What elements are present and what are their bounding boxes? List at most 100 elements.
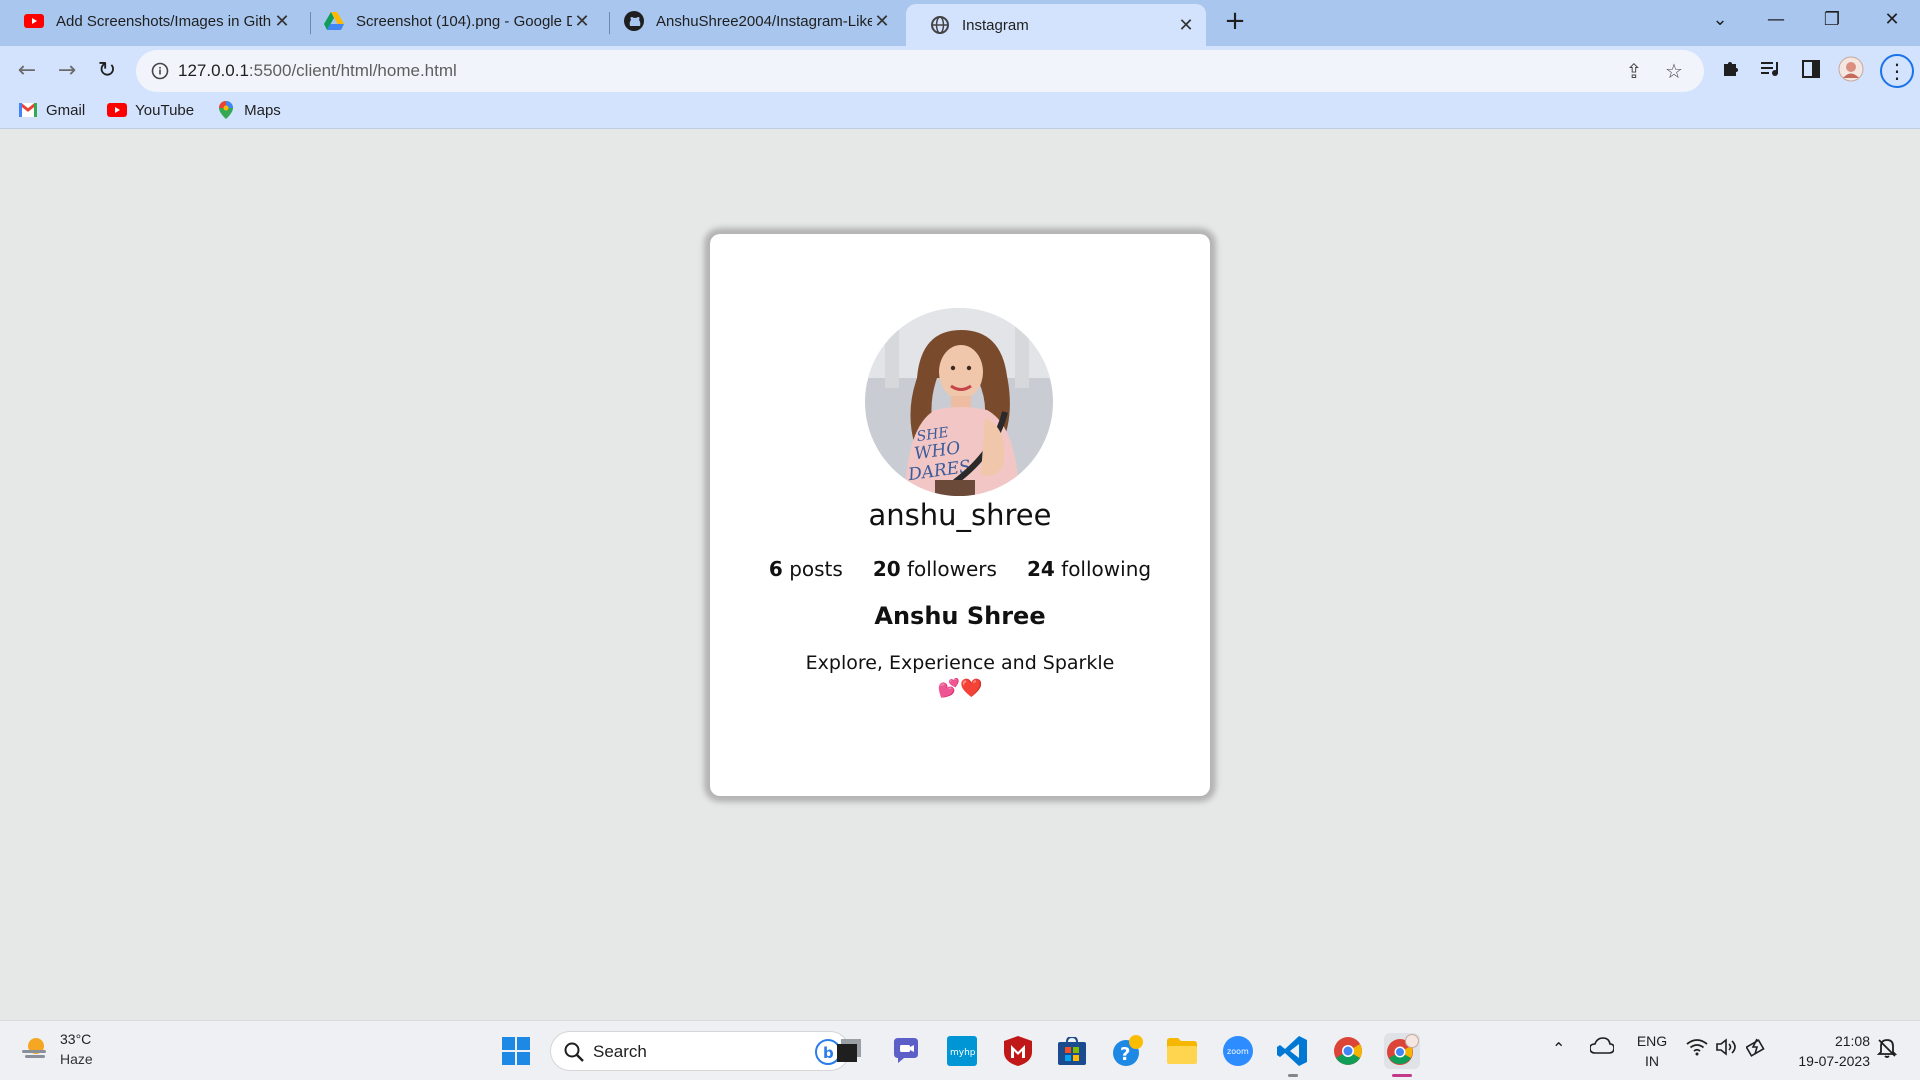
following-stat[interactable]: 24 following bbox=[1027, 557, 1151, 581]
extensions-puzzle-icon[interactable] bbox=[1716, 56, 1746, 86]
tab-title: Screenshot (104).png - Google D bbox=[356, 12, 572, 30]
forward-arrow-icon[interactable]: → bbox=[50, 54, 84, 88]
new-tab-button[interactable]: + bbox=[1220, 7, 1250, 37]
posts-label: posts bbox=[789, 557, 843, 581]
mcafee-icon[interactable] bbox=[1000, 1033, 1036, 1069]
chrome-active-indicator bbox=[1392, 1074, 1412, 1077]
clock-time: 21:08 bbox=[1834, 1033, 1870, 1049]
vscode-running-indicator bbox=[1288, 1074, 1298, 1077]
bookmark-star-icon[interactable]: ☆ bbox=[1662, 59, 1686, 83]
youtube-icon bbox=[107, 102, 128, 118]
windows-start-icon[interactable] bbox=[498, 1033, 534, 1069]
zoom-icon[interactable]: zoom bbox=[1220, 1033, 1256, 1069]
bookmark-maps[interactable]: Maps bbox=[216, 101, 281, 119]
profile-stats: 6 posts 20 followers 24 following bbox=[710, 557, 1210, 581]
browser-toolbar: ← → ↻ 127.0.0.1:5500/client/html/home.ht… bbox=[0, 46, 1920, 130]
myhp-icon[interactable]: myhp bbox=[944, 1033, 980, 1069]
tab-strip: Add Screenshots/Images in Githu ✕ Screen… bbox=[0, 0, 1920, 46]
file-explorer-icon[interactable] bbox=[1164, 1033, 1200, 1069]
profile-bio: Explore, Experience and Sparkle bbox=[805, 652, 1115, 674]
following-label: following bbox=[1061, 557, 1152, 581]
media-queue-icon[interactable] bbox=[1756, 56, 1786, 86]
url-text[interactable]: 127.0.0.1:5500/client/html/home.html bbox=[178, 61, 457, 81]
volume-icon[interactable] bbox=[1716, 1038, 1738, 1060]
tab-search-chevron-icon[interactable]: ⌄ bbox=[1700, 6, 1740, 34]
tab-github[interactable]: AnshuShree2004/Instagram-Like ✕ bbox=[600, 0, 902, 42]
microsoft-store-icon[interactable] bbox=[1054, 1033, 1090, 1069]
windows-taskbar: 33°C Haze Search b myhp ? zoom ⌃ ENG IN … bbox=[0, 1020, 1920, 1080]
search-icon bbox=[563, 1041, 585, 1067]
tab-google-drive[interactable]: Screenshot (104).png - Google D ✕ bbox=[300, 0, 602, 42]
github-icon bbox=[624, 11, 644, 31]
tab-instagram[interactable]: Instagram ✕ bbox=[906, 4, 1206, 46]
task-view-icon[interactable] bbox=[832, 1033, 868, 1069]
followers-stat[interactable]: 20 followers bbox=[873, 557, 997, 581]
profile-avatar[interactable] bbox=[1836, 56, 1866, 86]
maps-icon bbox=[216, 101, 236, 119]
teams-chat-icon[interactable] bbox=[888, 1033, 924, 1069]
close-tab-icon[interactable]: ✕ bbox=[872, 11, 892, 32]
close-tab-icon[interactable]: ✕ bbox=[1176, 15, 1196, 36]
tab-title: Add Screenshots/Images in Githu bbox=[56, 12, 272, 30]
tab-youtube[interactable]: Add Screenshots/Images in Githu ✕ bbox=[0, 0, 302, 42]
bookmarks-bar: Gmail YouTube Maps bbox=[0, 94, 285, 126]
side-panel-icon[interactable] bbox=[1796, 56, 1826, 86]
minimize-button[interactable]: — bbox=[1756, 6, 1796, 34]
input-language-indicator[interactable]: ENG IN bbox=[1636, 1031, 1668, 1071]
bookmark-youtube[interactable]: YouTube bbox=[107, 102, 194, 119]
weather-widget[interactable]: 33°C Haze bbox=[20, 1029, 93, 1069]
weather-condition: Haze bbox=[60, 1051, 93, 1067]
onedrive-sync-icon[interactable] bbox=[1589, 1037, 1615, 1061]
close-window-button[interactable]: ✕ bbox=[1872, 6, 1912, 34]
bookmark-label: Gmail bbox=[46, 101, 86, 119]
share-icon[interactable]: ⇪ bbox=[1622, 59, 1646, 83]
bookmark-label: Maps bbox=[244, 101, 281, 119]
followers-count: 20 bbox=[872, 557, 901, 581]
vscode-icon[interactable] bbox=[1274, 1033, 1310, 1069]
followers-label: followers bbox=[907, 557, 997, 581]
page-viewport: SHE WHO DARES anshu_shree 6 posts 20 fol… bbox=[0, 129, 1920, 1020]
address-bar[interactable]: 127.0.0.1:5500/client/html/home.html ⇪ ☆ bbox=[136, 50, 1704, 92]
notification-bell-icon[interactable] bbox=[1876, 1037, 1898, 1063]
region-code: IN bbox=[1645, 1053, 1659, 1069]
svg-text:myhp: myhp bbox=[950, 1048, 976, 1058]
tab-title: Instagram bbox=[962, 16, 1029, 34]
profile-avatar-image[interactable]: SHE WHO DARES bbox=[865, 308, 1053, 496]
profile-card: SHE WHO DARES anshu_shree 6 posts 20 fol… bbox=[710, 234, 1210, 796]
get-help-icon[interactable]: ? bbox=[1110, 1033, 1146, 1069]
weather-haze-icon bbox=[20, 1036, 50, 1062]
bookmark-gmail[interactable]: Gmail bbox=[18, 102, 85, 119]
wifi-icon[interactable] bbox=[1686, 1038, 1708, 1060]
language-code: ENG bbox=[1636, 1033, 1668, 1049]
battery-charging-icon[interactable] bbox=[1745, 1037, 1768, 1061]
url-host: 127.0.0.1 bbox=[178, 61, 249, 80]
clock-date: 19-07-2023 bbox=[1798, 1053, 1870, 1069]
posts-count: 6 bbox=[768, 557, 783, 581]
chrome-menu-icon[interactable]: ⋮ bbox=[1880, 54, 1914, 88]
site-info-icon[interactable] bbox=[150, 61, 170, 81]
gmail-icon bbox=[18, 102, 38, 118]
weather-temperature: 33°C bbox=[60, 1031, 92, 1047]
close-tab-icon[interactable]: ✕ bbox=[272, 11, 292, 32]
taskbar-search-box[interactable]: Search b bbox=[550, 1031, 850, 1071]
reload-icon[interactable]: ↻ bbox=[90, 54, 124, 88]
chrome-profile-icon[interactable] bbox=[1384, 1033, 1420, 1069]
search-label: Search bbox=[593, 1042, 647, 1061]
globe-icon bbox=[930, 15, 950, 35]
posts-stat[interactable]: 6 posts bbox=[769, 557, 843, 581]
back-arrow-icon[interactable]: ← bbox=[10, 54, 44, 88]
bookmark-label: YouTube bbox=[135, 101, 195, 119]
chrome-icon[interactable] bbox=[1330, 1033, 1366, 1069]
bio-hearts-emoji: 💕❤️ bbox=[937, 678, 983, 699]
tab-title: AnshuShree2004/Instagram-Like bbox=[656, 12, 872, 30]
restore-button[interactable]: ❐ bbox=[1812, 6, 1852, 34]
svg-text:?: ? bbox=[1120, 1044, 1130, 1065]
system-clock[interactable]: 21:08 19-07-2023 bbox=[1780, 1031, 1870, 1071]
profile-full-name: Anshu Shree bbox=[874, 602, 1046, 630]
url-path: :5500/client/html/home.html bbox=[248, 61, 457, 80]
google-drive-icon bbox=[324, 11, 344, 31]
following-count: 24 bbox=[1026, 557, 1055, 581]
svg-text:zoom: zoom bbox=[1227, 1047, 1249, 1056]
show-hidden-icons-chevron[interactable]: ⌃ bbox=[1552, 1039, 1565, 1058]
close-tab-icon[interactable]: ✕ bbox=[572, 11, 592, 32]
